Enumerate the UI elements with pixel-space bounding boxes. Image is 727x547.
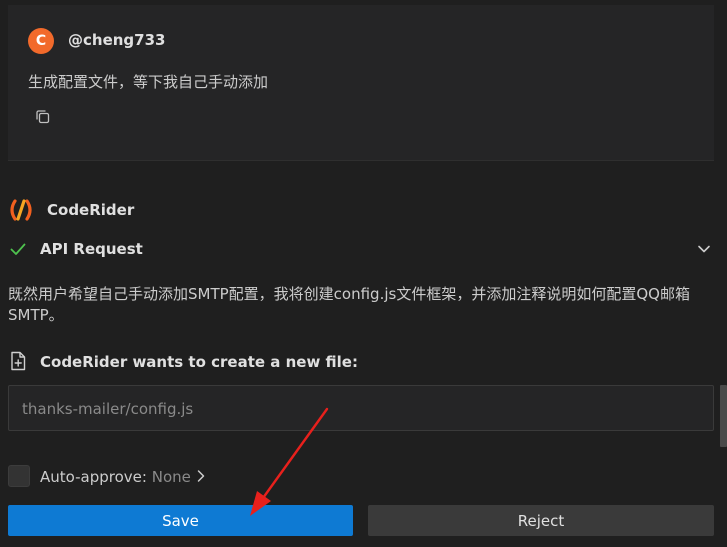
file-path-box[interactable]: thanks-mailer/config.js (8, 385, 714, 431)
auto-approve-label[interactable]: Auto-approve: None (40, 467, 191, 487)
check-icon (10, 243, 26, 255)
chevron-right-icon[interactable] (195, 469, 207, 483)
chevron-down-icon (698, 245, 710, 253)
copy-button[interactable] (32, 106, 54, 128)
auto-approve-value: None (151, 468, 191, 486)
username: @cheng733 (68, 31, 166, 49)
new-file-icon (11, 351, 26, 371)
assistant-name: CodeRider (47, 201, 135, 219)
new-file-label: CodeRider wants to create a new file: (40, 353, 358, 371)
auto-approve-row: Auto-approve: None (0, 463, 230, 489)
scrollbar-thumb[interactable] (720, 385, 727, 447)
api-request-label: API Request (40, 240, 143, 258)
copy-icon (36, 110, 50, 124)
user-message-text: 生成配置文件，等下我自己手动添加 (28, 73, 269, 91)
reject-button[interactable]: Reject (368, 505, 714, 536)
auto-approve-checkbox[interactable] (8, 465, 30, 487)
user-avatar: C (28, 28, 54, 54)
user-message-card: C @cheng733 生成配置文件，等下我自己手动添加 (8, 5, 714, 161)
api-request-toggle[interactable]: API Request (0, 236, 727, 262)
auto-approve-label-text: Auto-approve: (40, 468, 147, 486)
assistant-message-text: 既然用户希望自己手动添加SMTP配置，我将创建config.js文件框架，并添加… (8, 285, 690, 324)
coderider-logo-icon (10, 199, 32, 221)
chat-panel: C @cheng733 生成配置文件，等下我自己手动添加 CodeRider A… (0, 0, 727, 547)
file-path-text: thanks-mailer/config.js (22, 400, 194, 418)
save-button[interactable]: Save (8, 505, 353, 536)
